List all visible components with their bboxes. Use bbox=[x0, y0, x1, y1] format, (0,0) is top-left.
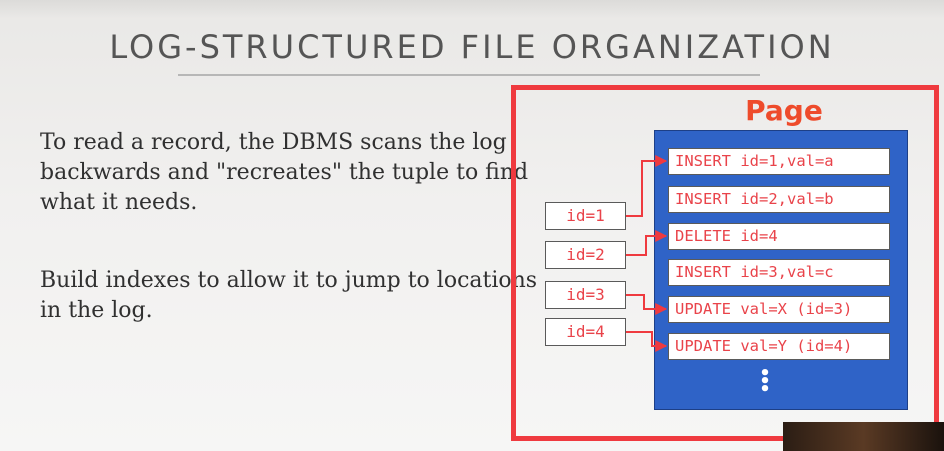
more-entries-ellipsis-icon: • • • bbox=[759, 363, 771, 400]
log-entry: DELETE id=4 bbox=[668, 223, 890, 250]
page-label: Page bbox=[745, 94, 823, 127]
index-entry: id=2 bbox=[545, 241, 626, 269]
index-entry: id=3 bbox=[545, 281, 626, 309]
slide-title: LOG-STRUCTURED FILE ORGANIZATION bbox=[109, 28, 835, 66]
body-paragraph-indexes: Build indexes to allow it to jump to loc… bbox=[40, 268, 538, 323]
log-entry: UPDATE val=X (id=3) bbox=[668, 296, 890, 323]
log-entry: UPDATE val=Y (id=4) bbox=[668, 333, 890, 360]
log-entry: INSERT id=1,val=a bbox=[668, 148, 890, 175]
title-divider bbox=[178, 74, 760, 76]
index-entry: id=4 bbox=[545, 318, 626, 346]
log-entry: INSERT id=3,val=c bbox=[668, 259, 890, 286]
presenter-video-thumbnail bbox=[783, 422, 944, 451]
slide-top-band bbox=[0, 0, 944, 18]
body-paragraph-read: To read a record, the DBMS scans the log… bbox=[40, 130, 529, 215]
index-entry: id=1 bbox=[545, 202, 626, 230]
log-entry: INSERT id=2,val=b bbox=[668, 186, 890, 213]
